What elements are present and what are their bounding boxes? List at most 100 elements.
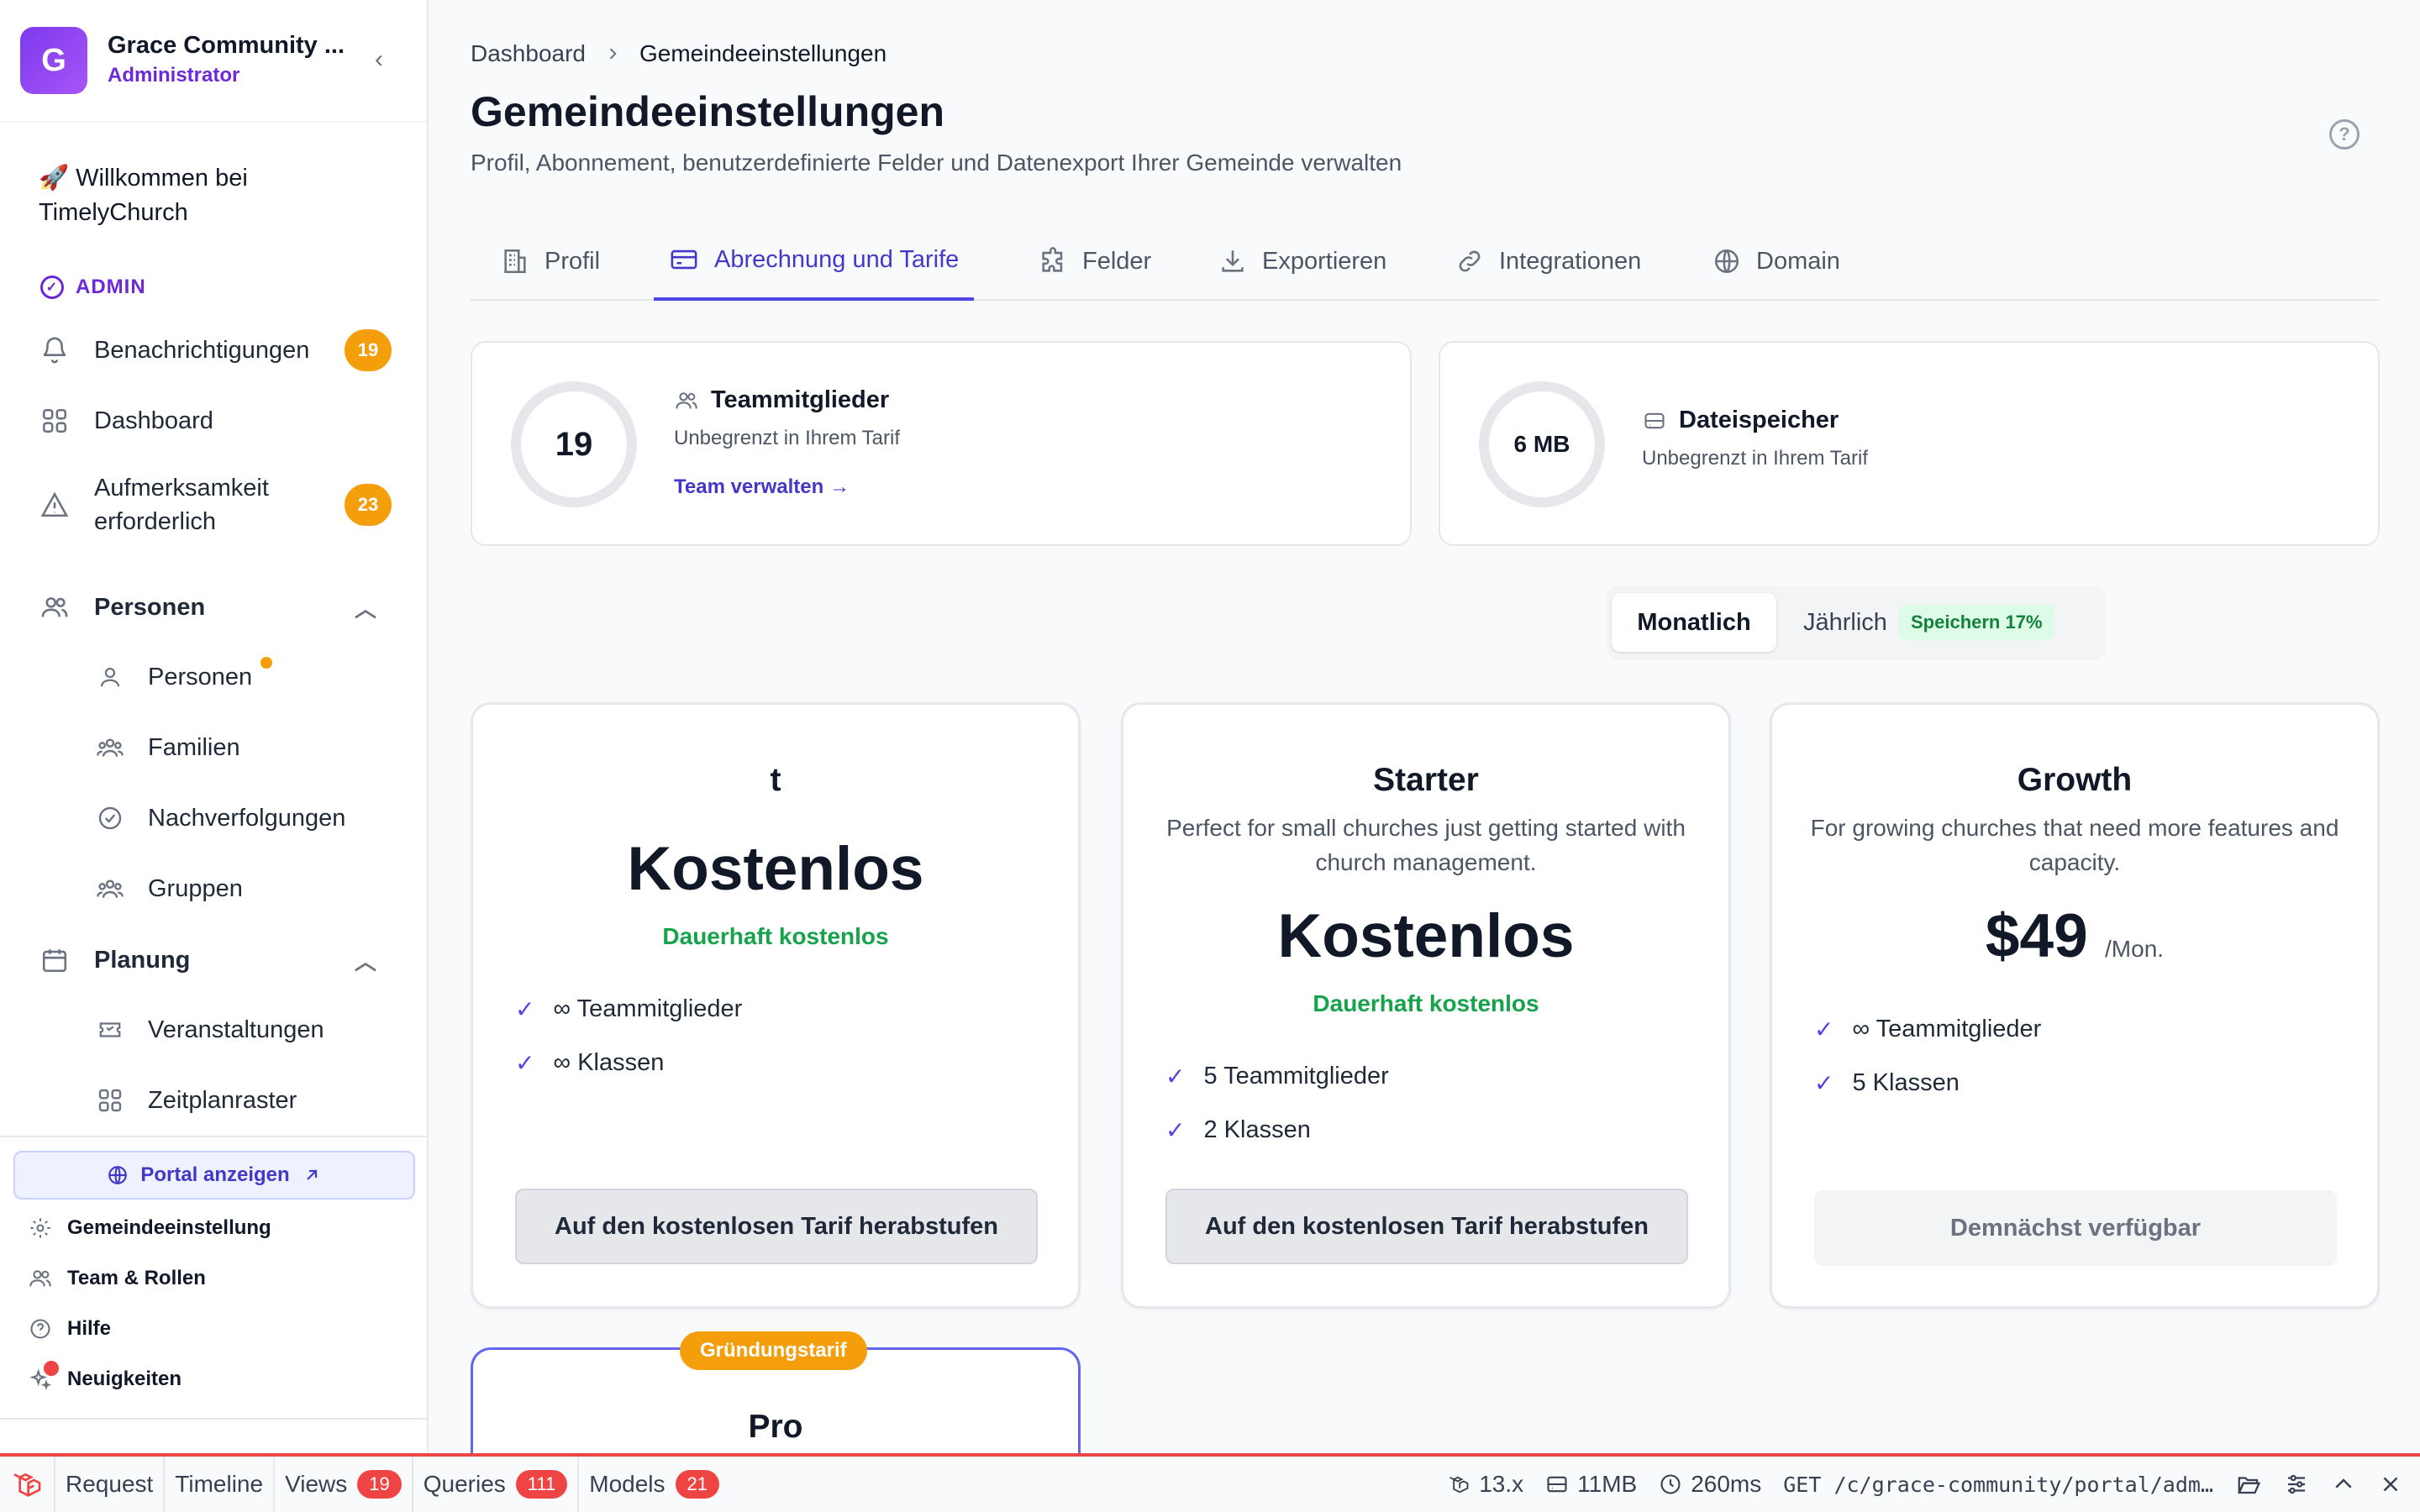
folder-open-icon[interactable] <box>2235 1472 2262 1497</box>
plan-name: t <box>770 762 781 798</box>
chevron-up-icon[interactable] <box>2331 1472 2356 1497</box>
downgrade-button[interactable]: Auf den kostenlosen Tarif herabstufen <box>515 1189 1038 1264</box>
nav-schedule-grid[interactable]: Zeitplanraster <box>94 1080 297 1121</box>
attention-count-badge: 23 <box>345 484 392 526</box>
collapse-sidebar-icon[interactable]: ‹ <box>365 45 393 74</box>
main-content: Dashboard Gemeindeeinstellungen Gemeinde… <box>430 0 2420 1499</box>
debug-tab-request[interactable]: Request <box>55 1457 166 1512</box>
org-role: Administrator <box>108 64 240 87</box>
database-icon <box>1642 409 1667 433</box>
nav-label: Veranstaltungen <box>148 1016 324 1043</box>
nav-label: Aufmerksamkeit erforderlich <box>94 475 269 535</box>
chevron-up-icon: ︿ <box>354 596 376 622</box>
ticket-icon <box>94 1014 126 1046</box>
tab-fields[interactable]: Felder <box>1023 222 1166 301</box>
welcome-link[interactable]: 🚀 Willkommen bei TimelyChurch <box>39 161 392 230</box>
debug-tab-models[interactable]: Models 21 <box>579 1457 729 1512</box>
link-icon <box>1455 247 1484 276</box>
org-name: Grace Community ... <box>108 32 345 59</box>
nav-news[interactable]: Neuigkeiten <box>27 1361 182 1394</box>
team-members-card: 19 Teammitglieder Unbegrenzt in Ihrem Ta… <box>471 341 1412 546</box>
tab-billing[interactable]: Abrechnung und Tarife <box>654 222 975 301</box>
settings-tabs: Profil Abrechnung und Tarife Felder Expo… <box>471 222 2380 301</box>
bell-icon <box>39 334 71 366</box>
check-icon: ✓ <box>1165 1117 1186 1143</box>
debug-metrics: 13.x 11MB 260ms GET /c/grace-community/p… <box>1447 1457 2420 1512</box>
grid-icon <box>39 405 71 437</box>
users-icon <box>27 1265 54 1292</box>
nav-dashboard[interactable]: Dashboard <box>39 400 392 442</box>
nav-church-settings[interactable]: Gemeindeeinstellung <box>27 1213 271 1243</box>
debug-tab-label: Timeline <box>175 1471 264 1497</box>
page-title: Gemeindeeinstellungen <box>471 88 945 135</box>
debug-tab-queries[interactable]: Queries 111 <box>413 1457 580 1512</box>
feature-label: 5 Klassen <box>1852 1069 1960 1096</box>
nav-label: Gemeindeeinstellung <box>67 1216 271 1239</box>
manage-team-link[interactable]: Team verwalten → <box>674 475 850 499</box>
tab-label: Profil <box>544 247 601 275</box>
nav-families[interactable]: Familien <box>94 727 240 768</box>
plan-card-growth: Growth For growing churches that need mo… <box>1770 702 2380 1309</box>
help-icon[interactable]: ? <box>2329 119 2360 150</box>
tab-label: Exportieren <box>1262 247 1387 275</box>
globe-icon <box>107 1164 129 1186</box>
nav-groups[interactable]: Gruppen <box>94 869 243 909</box>
view-portal-button[interactable]: Portal anzeigen <box>13 1151 415 1200</box>
laravel-icon[interactable] <box>0 1457 55 1512</box>
user-icon <box>94 661 126 693</box>
org-switcher[interactable]: G Grace Community ... Administrator ‹ <box>0 0 427 123</box>
calendar-icon <box>39 944 71 976</box>
debug-tab-label: Request <box>66 1471 154 1497</box>
tab-label: Integrationen <box>1499 247 1642 275</box>
nav-section-people[interactable]: Personen ︿ <box>39 586 392 628</box>
debug-count-badge: 19 <box>357 1470 402 1499</box>
storage-ring: 6 MB <box>1479 381 1605 507</box>
storage-title-text: Dateispeicher <box>1679 407 1839 433</box>
team-title-text: Teammitglieder <box>711 386 890 413</box>
close-icon[interactable] <box>2378 1472 2403 1497</box>
nav-section-planning[interactable]: Planung ︿ <box>39 939 392 981</box>
team-count-ring: 19 <box>511 381 637 507</box>
admin-section-label: ✓ ADMIN <box>40 276 146 299</box>
plan-price: $49 /Mon. <box>1772 901 2377 971</box>
downgrade-button[interactable]: Auf den kostenlosen Tarif herabstufen <box>1165 1189 1688 1264</box>
nav-label: Zeitplanraster <box>148 1086 297 1114</box>
memory-icon <box>1547 1476 1567 1493</box>
tab-domain[interactable]: Domain <box>1697 222 1855 301</box>
feature-label: 5 Teammitglieder <box>1203 1063 1389 1089</box>
nav-notifications[interactable]: Benachrichtigungen 19 <box>39 329 392 371</box>
feature-label: ∞ Klassen <box>553 1049 665 1076</box>
yearly-option[interactable]: Jährlich <box>1803 593 1887 652</box>
nav-attention-required[interactable]: Aufmerksamkeit erforderlich 23 <box>39 470 392 539</box>
section-label: Planung <box>94 946 191 974</box>
check-icon: ✓ <box>1814 1016 1834 1042</box>
sliders-icon[interactable] <box>2284 1472 2309 1497</box>
plan-description: Perfect for small churches just getting … <box>1166 815 1686 875</box>
team-card-title: Teammitglieder <box>674 386 889 414</box>
memory-text: 11MB <box>1577 1471 1638 1497</box>
nav-help[interactable]: Hilfe <box>27 1314 111 1344</box>
monthly-option[interactable]: Monatlich <box>1612 593 1776 652</box>
nav-label: Nachverfolgungen <box>148 804 346 832</box>
plan-feature: ✓ ∞ Klassen <box>515 1049 664 1077</box>
breadcrumb: Dashboard Gemeindeeinstellungen <box>471 40 886 67</box>
tab-export[interactable]: Exportieren <box>1203 222 1402 301</box>
section-label: Personen <box>94 593 206 621</box>
nav-label: Benachrichtigungen <box>94 336 310 364</box>
check-icon: ✓ <box>515 996 535 1022</box>
request-route[interactable]: GET /c/grace-community/portal/adm… <box>1783 1473 2213 1497</box>
debug-tab-label: Models <box>589 1471 666 1497</box>
nav-team-roles[interactable]: Team & Rollen <box>27 1263 206 1294</box>
tab-integrations[interactable]: Integrationen <box>1440 222 1656 301</box>
nav-followups[interactable]: Nachverfolgungen <box>94 798 345 838</box>
debug-tab-views[interactable]: Views 19 <box>275 1457 413 1512</box>
gear-icon <box>27 1215 54 1242</box>
tab-profile[interactable]: Profil <box>486 222 615 301</box>
breadcrumb-dashboard-link[interactable]: Dashboard <box>471 40 586 67</box>
nav-persons[interactable]: Personen <box>94 657 272 697</box>
check-icon: ✓ <box>515 1050 535 1076</box>
storage-card-title: Dateispeicher <box>1642 407 1839 434</box>
nav-label: Personen <box>148 663 253 690</box>
debug-tab-timeline[interactable]: Timeline <box>165 1457 276 1512</box>
nav-events[interactable]: Veranstaltungen <box>94 1010 324 1050</box>
